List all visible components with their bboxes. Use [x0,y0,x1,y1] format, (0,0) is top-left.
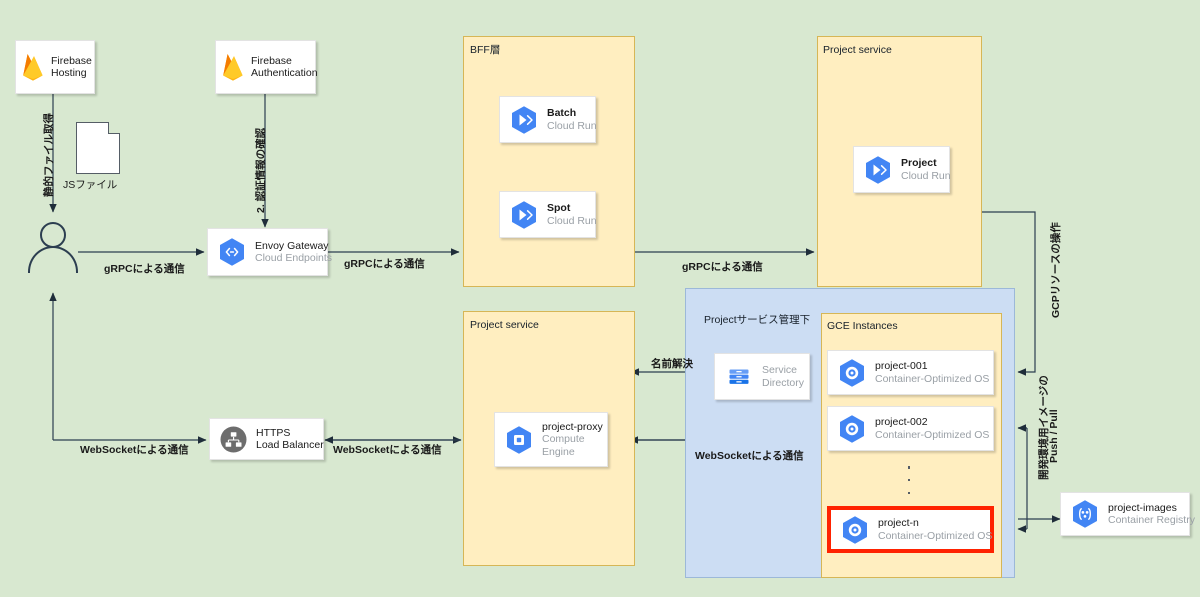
node-project-proxy-text: project-proxy Compute Engine [542,421,603,458]
compute-instance-icon [838,414,866,444]
node-project-images[interactable]: project-images Container Registry [1060,492,1195,536]
container-registry-icon [1071,499,1099,529]
actor-head [40,222,66,248]
node-project-001[interactable]: project-001 Container-Optimized OS [827,350,994,395]
group-project-managed-title: Projectサービス管理下 [704,314,811,326]
node-envoy-gateway-title: Envoy Gateway [255,239,329,252]
node-firebase-hosting[interactable]: Firebase Hosting [15,40,95,94]
node-envoy-gateway-subtitle: Cloud Endpoints [255,252,333,264]
node-firebase-hosting-subtitle: Hosting [51,67,87,79]
group-project-service-bottom-title: Project service [470,319,539,331]
node-project-cloud-run-title: Project [901,157,937,170]
node-spot-cloud-run-text: Spot Cloud Run [547,202,597,227]
node-batch-cloud-run[interactable]: Batch Cloud Run [499,96,597,143]
node-firebase-hosting-text: Firebase Hosting [51,55,92,80]
node-project-images-text: project-images Container Registry [1108,502,1195,527]
actor-body [28,246,78,273]
firebase-icon [20,52,46,82]
service-directory-icon [725,363,753,391]
node-project-proxy[interactable]: project-proxy Compute Engine [494,412,608,467]
node-project-n-title: project-n [878,517,919,530]
edge-label-grpc-user-envoy: gRPCによる通信 [104,263,185,275]
compute-instance-icon [841,515,869,545]
group-bff-title: BFF層 [470,44,501,56]
edge-label-ws-user-lb: WebSocketによる通信 [80,444,189,456]
cloud-endpoints-icon [218,237,246,267]
node-service-directory-text: Service Directory [762,364,804,389]
node-batch-cloud-run-subtitle: Cloud Run [547,119,597,132]
node-project-001-subtitle: Container-Optimized OS [875,372,990,385]
node-project-002[interactable]: project-002 Container-Optimized OS [827,406,994,451]
node-project-002-title: project-002 [875,416,928,429]
note-fold-corner [108,122,120,134]
compute-instance-icon [838,358,866,388]
compute-engine-icon [505,425,533,455]
node-envoy-gateway[interactable]: Envoy Gateway Cloud Endpoints [207,228,332,276]
node-firebase-authentication-title: Firebase [251,54,292,67]
group-project-service-top-title: Project service [823,44,892,56]
edge-label-image-push-pull-line2: Push / Pull [1048,409,1060,463]
ellipsis-dot [907,466,911,469]
load-balancer-icon [220,426,247,453]
node-project-proxy-subtitle-line1: Compute [542,433,585,446]
instances-ellipsis-icon [907,466,911,494]
node-batch-cloud-run-text: Batch Cloud Run [547,107,597,132]
edge-label-grpc-bff-project: gRPCによる通信 [682,261,763,273]
node-project-images-title: project-images [1108,501,1177,514]
node-firebase-authentication-text: Firebase Authentication [251,55,318,80]
node-service-directory-subtitle: Directory [762,376,805,389]
node-service-directory-title: Service [762,364,798,377]
node-spot-cloud-run-subtitle: Cloud Run [547,214,597,227]
cloud-run-icon [864,155,892,185]
node-project-002-text: project-002 Container-Optimized OS [875,416,989,441]
node-project-images-subtitle: Container Registry [1108,514,1195,526]
cloud-run-icon [510,200,538,230]
node-project-001-text: project-001 Container-Optimized OS [875,360,989,385]
cloud-run-icon [510,105,538,135]
edge-label-ws-lb-proxy: WebSocketによる通信 [333,444,442,456]
node-https-load-balancer[interactable]: HTTPS Load Balancer [209,418,324,460]
node-project-cloud-run-text: Project Cloud Run [901,157,951,182]
ellipsis-dot [907,478,911,482]
node-https-load-balancer-title: HTTPS [256,426,291,439]
edge-label-grpc-envoy-bff: gRPCによる通信 [344,258,425,270]
node-project-002-subtitle: Container-Optimized OS [875,428,990,441]
node-project-n-subtitle: Container-Optimized OS [878,529,993,542]
edge-label-ws-proxy-gce: WebSocketによる通信 [695,450,804,462]
edge-label-auth-check: 2. 認証情報の確認 [255,127,267,213]
user-actor-icon[interactable] [28,222,78,273]
node-project-cloud-run-subtitle: Cloud Run [901,169,951,182]
ellipsis-dot [907,491,911,494]
node-project-n[interactable]: project-n Container-Optimized OS [827,506,994,553]
node-project-001-title: project-001 [875,360,928,373]
edge-label-static-files: 静的ファイル取得 [43,113,55,197]
node-project-n-text: project-n Container-Optimized OS [878,517,992,542]
group-bff [463,36,635,287]
node-firebase-authentication-subtitle: Authentication [251,67,318,79]
node-project-cloud-run[interactable]: Project Cloud Run [853,146,951,193]
node-service-directory[interactable]: Service Directory [714,353,810,400]
node-project-proxy-title: project-proxy [542,420,603,433]
node-project-proxy-subtitle-line2: Engine [542,445,575,458]
node-https-load-balancer-text: HTTPS Load Balancer [256,427,324,452]
edge-label-name-resolution: 名前解決 [651,358,693,370]
node-js-file-label: JSファイル [63,179,118,191]
node-firebase-authentication[interactable]: Firebase Authentication [215,40,318,94]
document-note-icon [76,122,120,174]
edge-label-gcp-resource-ops: GCPリソースの操作 [1050,222,1062,318]
node-spot-cloud-run-title: Spot [547,202,571,215]
node-batch-cloud-run-title: Batch [547,107,577,120]
node-https-load-balancer-subtitle: Load Balancer [256,439,324,451]
firebase-icon [220,52,246,82]
node-envoy-gateway-text: Envoy Gateway Cloud Endpoints [255,240,332,265]
architecture-diagram-canvas: BFF層 Project service Projectサービス管理下 Proj… [0,0,1200,597]
group-gce-instances-title: GCE Instances [827,320,898,332]
node-spot-cloud-run[interactable]: Spot Cloud Run [499,191,597,238]
node-firebase-hosting-title: Firebase [51,54,92,67]
